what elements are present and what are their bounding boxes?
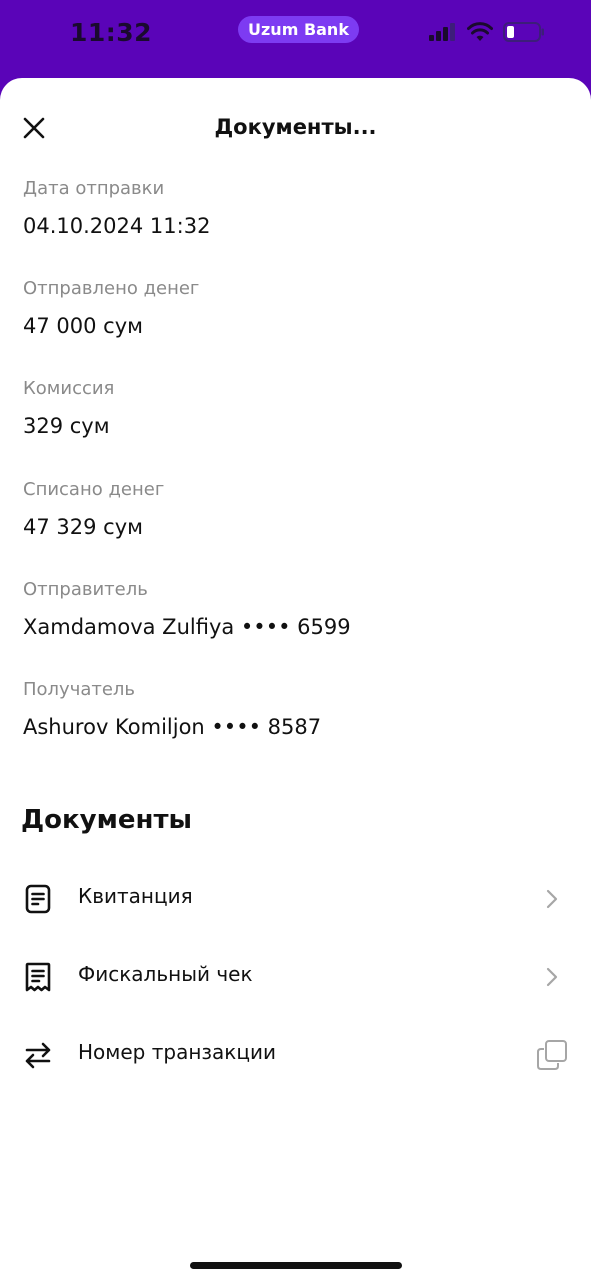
fiscal-receipt-row[interactable]: Фискальный чек	[0, 946, 591, 1006]
receipt-row[interactable]: Квитанция	[0, 868, 591, 928]
app-name-pill: Uzum Bank	[238, 16, 359, 43]
receipt-label: Квитанция	[78, 884, 193, 908]
detail-value: 47 000 сум	[23, 314, 143, 338]
home-indicator[interactable]	[190, 1262, 402, 1269]
status-bar: 11:32 Uzum Bank	[0, 0, 591, 78]
cellular-signal-icon	[429, 23, 457, 45]
detail-value: Xamdamova Zulfiya •••• 6599	[23, 615, 351, 639]
detail-amount-debited: Списано денег 47 329 сум	[23, 478, 164, 541]
detail-label: Отправитель	[23, 579, 148, 600]
detail-label: Комиссия	[23, 378, 115, 399]
transaction-number-row[interactable]: Номер транзакции	[0, 1024, 591, 1084]
battery-icon	[503, 22, 545, 46]
detail-label: Отправлено денег	[23, 278, 200, 299]
detail-value: 04.10.2024 11:32	[23, 214, 211, 238]
status-icons	[429, 22, 545, 46]
wifi-icon	[467, 22, 493, 46]
receipt-document-icon	[22, 883, 54, 915]
page-title: Документы...	[214, 115, 377, 139]
detail-value: Ashurov Komiljon •••• 8587	[23, 715, 322, 739]
status-time: 11:32	[70, 18, 153, 47]
fiscal-receipt-icon	[22, 961, 54, 993]
detail-label: Получатель	[23, 679, 136, 700]
detail-label: Списано денег	[23, 479, 165, 500]
transfer-arrows-icon	[22, 1039, 54, 1071]
detail-date: Дата отправки 04.10.2024 11:32	[23, 177, 210, 240]
detail-amount-sent: Отправлено денег 47 000 сум	[23, 277, 199, 340]
detail-value: 329 сум	[23, 414, 110, 438]
chevron-right-icon	[535, 882, 569, 916]
fiscal-receipt-label: Фискальный чек	[78, 962, 253, 986]
transaction-details-sheet: Документы... Дата отправки 04.10.2024 11…	[0, 78, 591, 1280]
detail-recipient: Получатель Ashurov Komiljon •••• 8587	[23, 678, 321, 741]
copy-icon[interactable]	[535, 1038, 569, 1072]
detail-commission: Комиссия 329 сум	[23, 377, 114, 440]
chevron-right-icon	[535, 960, 569, 994]
transaction-number-label: Номер транзакции	[78, 1040, 276, 1064]
detail-value: 47 329 сум	[23, 515, 143, 539]
detail-label: Дата отправки	[23, 178, 165, 199]
documents-section-title: Документы	[21, 805, 193, 835]
detail-sender: Отправитель Xamdamova Zulfiya •••• 6599	[23, 578, 351, 641]
